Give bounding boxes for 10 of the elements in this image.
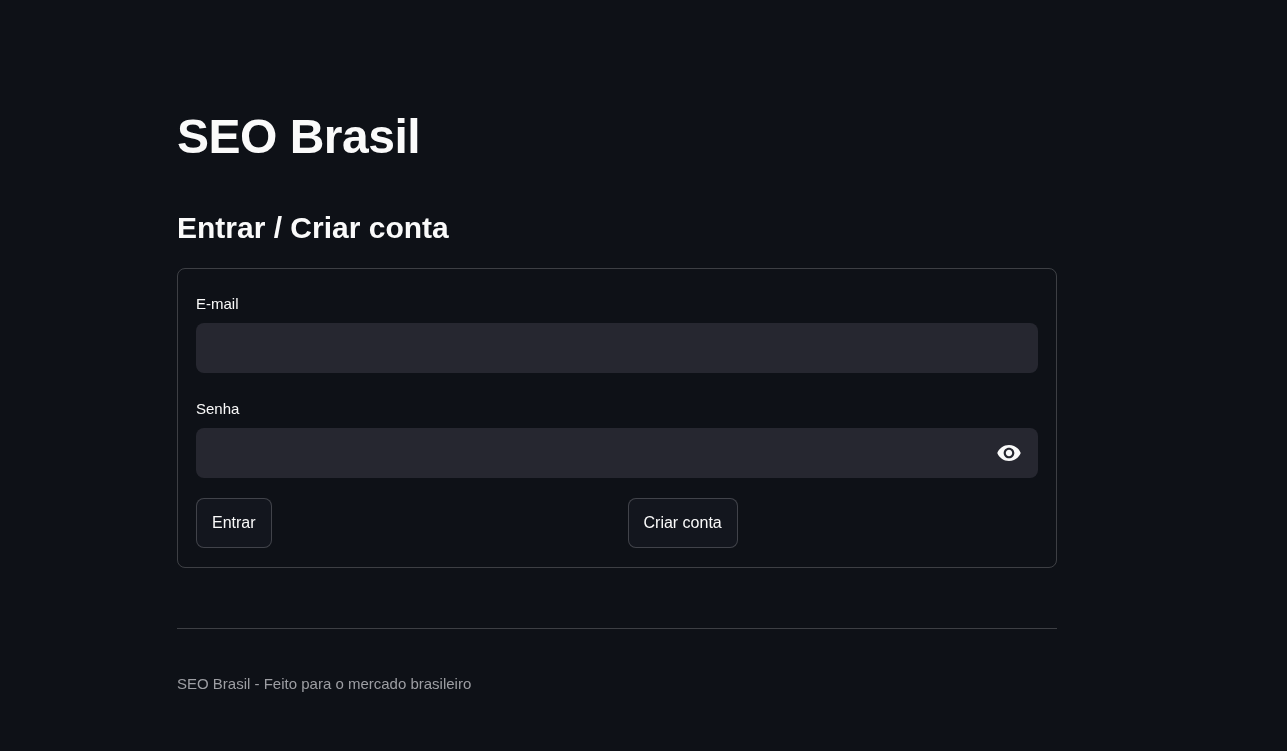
page-title: SEO Brasil — [177, 109, 421, 165]
section-heading: Entrar / Criar conta — [177, 210, 449, 246]
field-label: Senha — [196, 399, 240, 419]
email-field[interactable] — [196, 323, 1038, 373]
eye-icon[interactable] — [997, 445, 1021, 461]
create-account-button[interactable]: Criar conta — [627, 498, 738, 548]
sign-in-button[interactable]: Entrar — [196, 498, 272, 548]
password-field[interactable] — [196, 428, 1038, 478]
field-label: E-mail — [196, 294, 239, 314]
footer-text: SEO Brasil - Feito para o mercado brasileiro — [177, 674, 472, 694]
